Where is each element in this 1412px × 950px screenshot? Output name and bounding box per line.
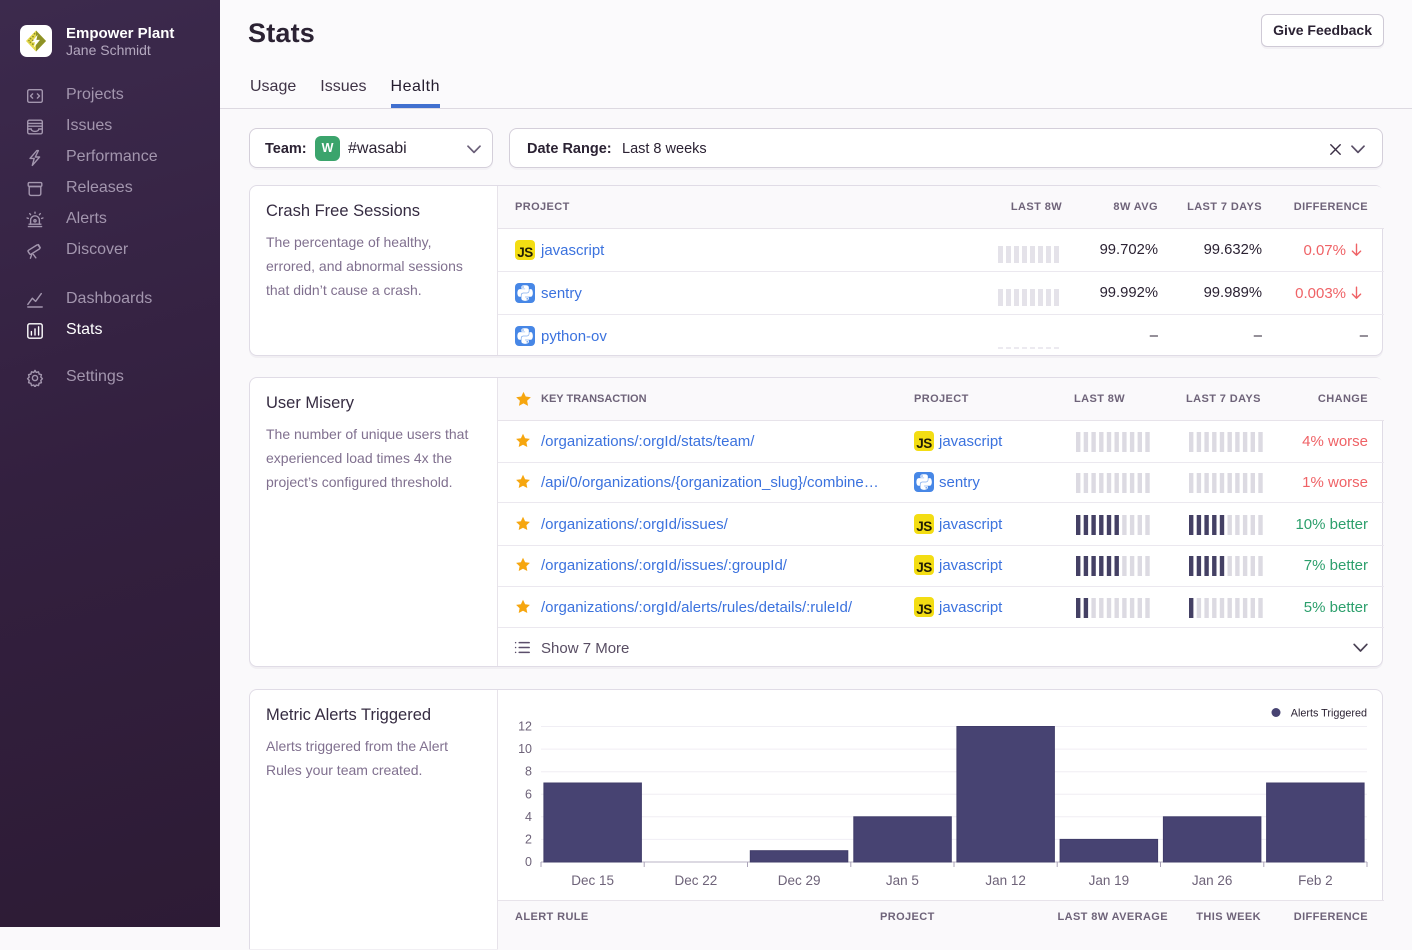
svg-text:JS: JS: [916, 602, 932, 617]
svg-text:JS: JS: [517, 245, 533, 260]
svg-text:10: 10: [518, 742, 532, 756]
svg-text:JS: JS: [916, 519, 932, 534]
svg-text:Feb 2: Feb 2: [1298, 873, 1333, 888]
svg-text:6: 6: [525, 787, 532, 801]
svg-text:Dec 29: Dec 29: [778, 873, 821, 888]
svg-text:Jan 5: Jan 5: [886, 873, 919, 888]
svg-text:12: 12: [518, 720, 532, 734]
svg-text:4: 4: [525, 810, 532, 824]
svg-text:Jan 26: Jan 26: [1192, 873, 1233, 888]
svg-text:Alerts Triggered: Alerts Triggered: [1291, 708, 1367, 720]
svg-text:Dec 15: Dec 15: [571, 873, 614, 888]
svg-text:JS: JS: [916, 560, 932, 575]
svg-text:Jan 12: Jan 12: [985, 873, 1026, 888]
svg-text:2: 2: [525, 832, 532, 846]
svg-text:8: 8: [525, 765, 532, 779]
svg-text:JS: JS: [916, 436, 932, 451]
svg-text:Dec 22: Dec 22: [675, 873, 718, 888]
svg-text:0: 0: [525, 855, 532, 869]
svg-text:Jan 19: Jan 19: [1089, 873, 1130, 888]
